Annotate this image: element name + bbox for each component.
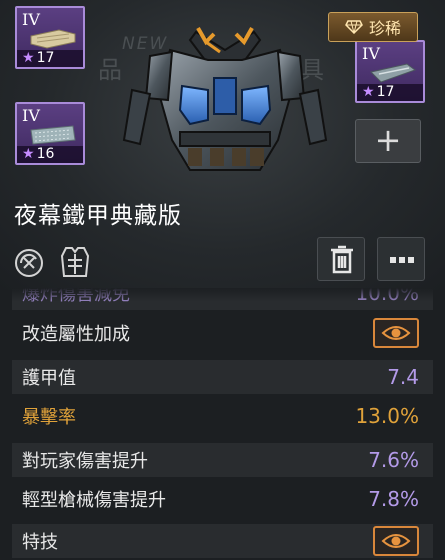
material-tier: IV <box>22 10 40 29</box>
material-quantity: ★ 16 <box>17 146 83 163</box>
disable-mods-button[interactable] <box>12 246 46 280</box>
add-button[interactable]: + <box>355 119 421 163</box>
scroll-fade <box>12 288 433 302</box>
star-icon: ★ <box>22 146 35 162</box>
material-tier: IV <box>362 44 380 63</box>
material-slot-3[interactable]: IV ★ 17 <box>355 40 425 103</box>
stat-row-mod-bonus: 改造屬性加成 <box>12 316 433 350</box>
stat-value: 7.4 <box>387 365 419 389</box>
armor-item-image <box>122 27 328 171</box>
material-quantity: ★ 17 <box>357 84 423 101</box>
stat-label: 護甲值 <box>22 368 76 389</box>
stat-row-pvp-damage: 對玩家傷害提升 7.6% <box>12 443 433 477</box>
stat-row-armor: 護甲值 7.4 <box>12 360 433 394</box>
view-talent-button[interactable] <box>373 526 419 556</box>
stats-list[interactable]: 爆炸傷害減免 10.0% 改造屬性加成 護甲值 7.4 暴擊率 13.0% 對玩… <box>12 288 433 560</box>
material-slot-2[interactable]: IV ★ 16 <box>15 102 85 165</box>
rarity-badge: 珍稀 <box>328 12 418 42</box>
armor-mod-button[interactable] <box>58 244 92 278</box>
trash-icon <box>331 245 353 274</box>
star-icon: ★ <box>22 50 35 66</box>
stat-label: 改造屬性加成 <box>22 324 130 345</box>
armor-vest-icon <box>60 247 90 277</box>
eye-icon <box>381 534 411 548</box>
eye-icon <box>381 326 411 340</box>
stat-row-crit-rate: 暴擊率 13.0% <box>12 399 433 433</box>
stat-row-talent: 特技 <box>12 524 433 558</box>
more-options-button[interactable] <box>377 237 425 281</box>
ellipsis-icon <box>390 257 414 263</box>
delete-button[interactable] <box>317 237 365 281</box>
stat-label: 特技 <box>22 532 58 553</box>
material-tier: IV <box>22 106 40 125</box>
metal-plate-material-icon <box>370 63 417 83</box>
view-mod-bonus-button[interactable] <box>373 318 419 348</box>
star-icon: ★ <box>362 84 375 100</box>
cloth-material-icon <box>30 29 76 49</box>
stat-value: 7.8% <box>368 487 419 511</box>
stat-value: 13.0% <box>355 404 419 428</box>
gem-icon <box>345 20 363 34</box>
material-slot-1[interactable]: IV ★ 17 <box>15 6 85 69</box>
chain-material-icon <box>30 125 76 145</box>
rarity-label: 珍稀 <box>368 19 401 38</box>
no-cycle-icon <box>15 249 43 277</box>
stat-label: 對玩家傷害提升 <box>22 451 148 472</box>
material-quantity: ★ 17 <box>17 50 83 67</box>
stat-row-light-weapon-damage: 輕型槍械傷害提升 7.8% <box>12 482 433 516</box>
stat-label: 暴擊率 <box>22 407 76 428</box>
stat-value: 7.6% <box>368 448 419 472</box>
stat-label: 輕型槍械傷害提升 <box>22 490 166 511</box>
item-name: 夜幕鐵甲典藏版 <box>14 203 182 229</box>
